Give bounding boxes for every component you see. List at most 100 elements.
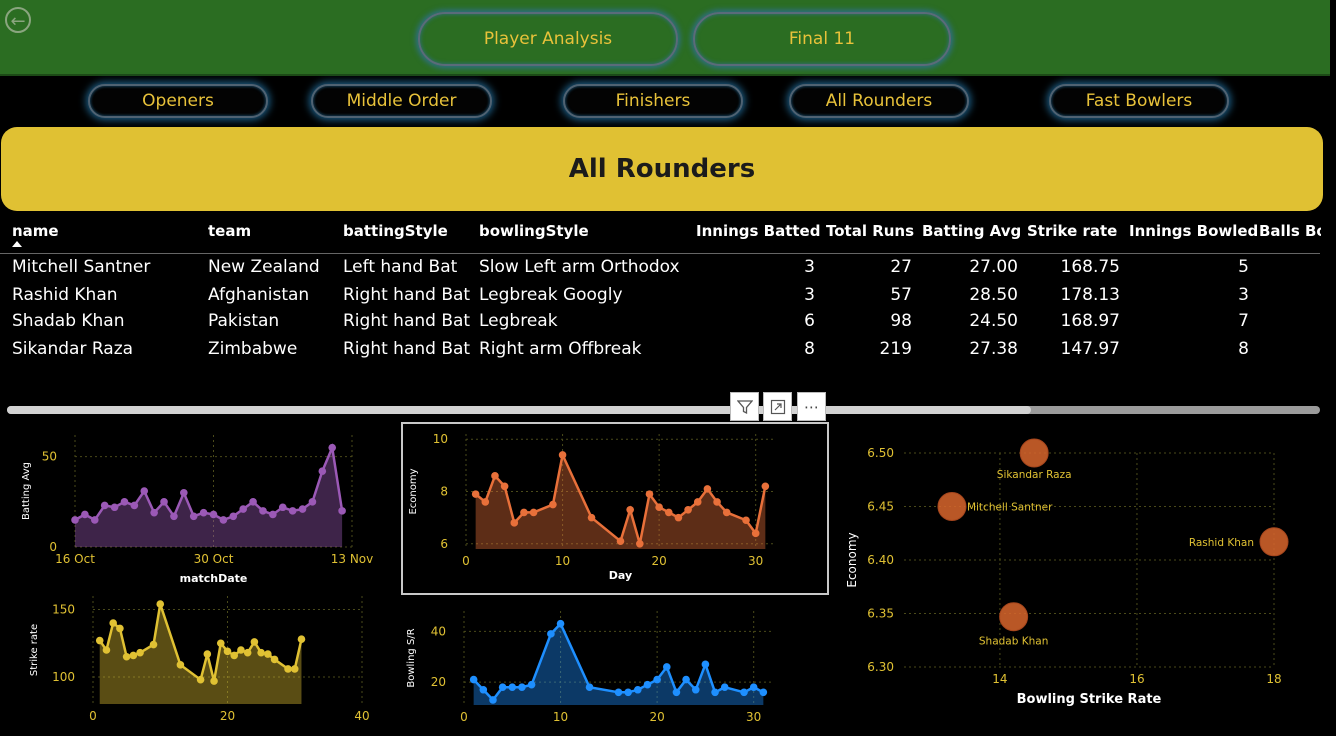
economy-vs-bowling-sr-scatter[interactable]: 14 16 18 6.30 6.35 6.40 6.45 6.50 Economy Bowling… — [838, 430, 1298, 724]
cell-team: New Zealand — [208, 257, 320, 277]
back-arrow-icon[interactable]: ← — [5, 7, 31, 33]
economy-chart[interactable]: 0 10 20 30 6 8 10 Economy Day — [401, 422, 829, 595]
data-point — [674, 513, 683, 522]
role-all-rounders-button[interactable]: All Rounders — [789, 84, 969, 118]
data-point — [508, 683, 517, 692]
data-point — [645, 490, 654, 498]
data-point — [338, 507, 346, 515]
role-fast-bowlers-button[interactable]: Fast Bowlers — [1049, 84, 1229, 118]
point-label: Shadab Khan — [979, 636, 1049, 648]
cell-bowling-style: Slow Left arm Orthodox — [479, 257, 680, 277]
x-tick-label: 30 Oct — [194, 552, 234, 566]
filter-icon[interactable] — [730, 392, 759, 421]
data-point — [742, 516, 750, 525]
data-point — [328, 443, 337, 452]
data-point — [122, 652, 131, 661]
data-point — [210, 677, 218, 685]
data-point — [529, 508, 538, 517]
x-tick-label: 0 — [89, 709, 97, 723]
bowling-sr-chart[interactable]: 0 10 20 30 20 40 Bowling S/R — [401, 605, 791, 734]
cell-total-runs: 57 — [890, 285, 912, 305]
data-point — [491, 472, 499, 480]
cell-innings-batted: 3 — [804, 257, 815, 277]
y-axis-title: Strike rate — [29, 624, 40, 676]
column-header-name[interactable]: name — [12, 222, 59, 240]
data-point — [180, 489, 188, 497]
column-header-batting-style[interactable]: battingStyle — [343, 222, 448, 240]
cell-innings-bowled: 5 — [1238, 257, 1249, 277]
data-point — [587, 513, 596, 522]
cell-batting-avg: 28.50 — [969, 285, 1018, 305]
cell-name: Sikandar Raza — [12, 339, 134, 359]
column-header-innings-batted[interactable]: Innings Batted — [696, 222, 820, 240]
x-tick-label: 40 — [354, 709, 369, 723]
point-label: Rashid Khan — [1189, 537, 1254, 549]
data-point — [318, 467, 327, 475]
cell-strike-rate: 168.75 — [1060, 257, 1120, 277]
cell-strike-rate: 178.13 — [1060, 285, 1120, 305]
column-header-batting-avg[interactable]: Batting Avg — [922, 222, 1021, 240]
role-finishers-button[interactable]: Finishers — [563, 84, 743, 118]
scatter-point — [999, 602, 1029, 632]
column-header-innings-bowled[interactable]: Innings Bowled — [1129, 222, 1258, 240]
data-point — [558, 451, 567, 459]
data-point — [290, 665, 299, 673]
x-tick-label: 18 — [1266, 672, 1281, 686]
x-tick-label: 30 — [748, 554, 763, 568]
x-tick-label: 20 — [220, 709, 235, 723]
focus-mode-icon[interactable] — [763, 392, 792, 421]
cell-innings-batted: 6 — [804, 311, 815, 331]
cell-innings-bowled: 8 — [1238, 339, 1249, 359]
role-middle-order-button[interactable]: Middle Order — [311, 84, 492, 118]
column-header-bowling-style[interactable]: bowlingStyle — [479, 222, 589, 240]
data-point — [176, 661, 185, 669]
data-point — [160, 498, 168, 506]
x-axis-title: Bowling Strike Rate — [1017, 692, 1162, 707]
data-point — [585, 683, 594, 692]
data-point — [259, 507, 267, 515]
series-area — [475, 454, 766, 549]
data-point — [243, 648, 252, 657]
y-axis-title: Bowling S/R — [406, 628, 417, 687]
data-point — [156, 600, 165, 608]
tab-player-analysis[interactable]: Player Analysis — [418, 12, 678, 66]
data-point — [81, 510, 89, 519]
scatter-point — [937, 492, 967, 521]
strike-rate-chart[interactable]: 0 20 40 100 150 Strike rate — [0, 592, 380, 734]
column-header-team[interactable]: team — [208, 222, 251, 240]
cell-team: Zimbabwe — [208, 339, 298, 359]
column-header-total-runs[interactable]: Total Runs — [826, 222, 914, 240]
data-point — [691, 685, 700, 694]
data-point — [616, 537, 625, 545]
column-header-strike-rate[interactable]: Strike rate — [1027, 222, 1117, 240]
more-options-icon[interactable]: ⋯ — [797, 392, 826, 421]
role-openers-button[interactable]: Openers — [88, 84, 268, 118]
data-point — [481, 498, 490, 506]
data-point — [556, 619, 565, 628]
data-point — [549, 500, 557, 509]
data-point — [701, 660, 710, 669]
data-point — [189, 512, 198, 521]
data-point — [653, 675, 661, 684]
data-point — [479, 685, 488, 694]
cell-innings-bowled: 7 — [1238, 311, 1249, 331]
y-tick-label: 6.30 — [867, 660, 894, 674]
y-axis-title: Economy — [408, 468, 419, 514]
tab-final-11[interactable]: Final 11 — [693, 12, 951, 66]
column-header-balls-bowled[interactable]: Balls Bo — [1259, 222, 1321, 240]
data-point — [129, 651, 138, 660]
cell-team: Afghanistan — [208, 285, 310, 305]
batting-avg-chart[interactable]: 16 Oct 30 Oct 13 Nov 0 50 Batting Avg matchDat… — [0, 425, 380, 594]
top-bar: ← Player Analysis Final 11 — [0, 0, 1330, 76]
header-divider — [0, 253, 1320, 254]
data-point — [471, 490, 480, 498]
data-point — [664, 508, 673, 517]
data-point — [120, 498, 129, 506]
y-axis-title: Batting Avg — [21, 462, 32, 520]
data-point — [662, 663, 671, 671]
data-point — [298, 505, 307, 513]
horizontal-scrollbar[interactable] — [7, 406, 1320, 414]
cell-bowling-style: Legbreak Googly — [479, 285, 623, 305]
scrollbar-thumb[interactable] — [7, 406, 1031, 414]
data-point — [469, 675, 478, 684]
